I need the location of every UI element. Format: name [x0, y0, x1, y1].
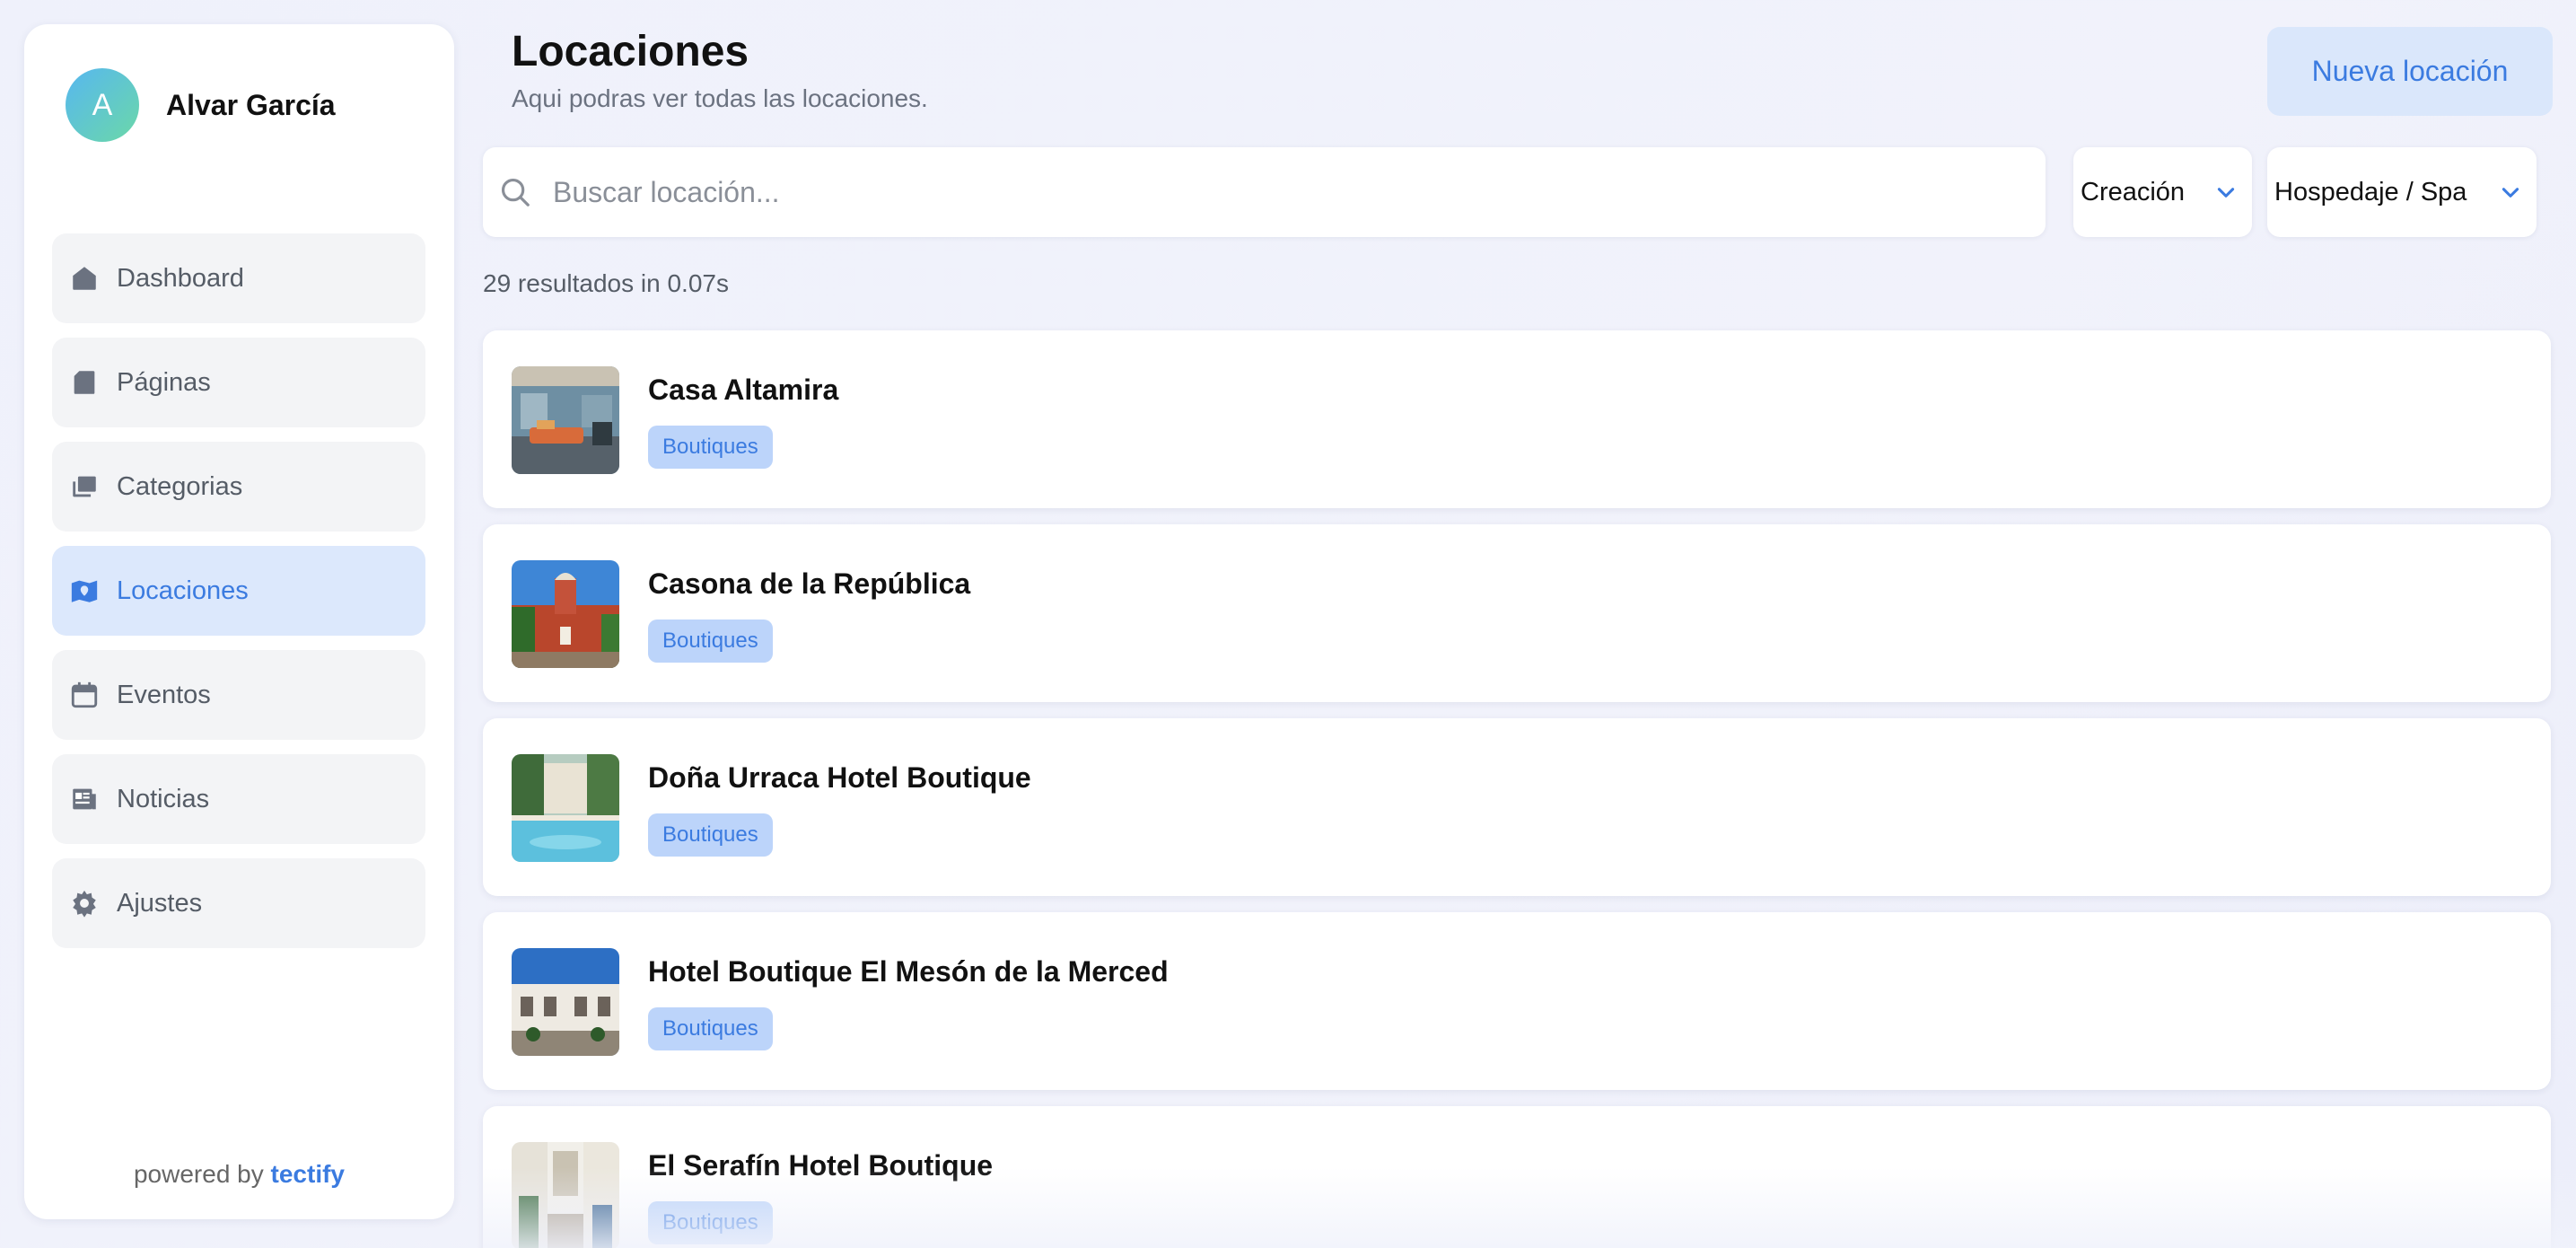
category-badge: Boutiques	[648, 813, 773, 857]
new-location-button[interactable]: Nueva locación	[2267, 27, 2553, 116]
location-thumbnail	[512, 1142, 619, 1248]
folders-icon	[68, 470, 101, 503]
category-badge: Boutiques	[648, 1201, 773, 1244]
powered-by: powered by tectify	[24, 1160, 454, 1189]
sidebar-item-paginas[interactable]: Páginas	[52, 338, 425, 427]
category-select[interactable]: Hospedaje / Spa	[2267, 147, 2537, 237]
sidebar-item-ajustes[interactable]: Ajustes	[52, 858, 425, 948]
gear-icon	[68, 887, 101, 919]
sidebar-item-label: Locaciones	[117, 576, 249, 605]
chevron-down-icon	[2212, 179, 2239, 206]
user-name: Alvar García	[166, 88, 336, 121]
sidebar-item-label: Ajustes	[117, 888, 203, 918]
results-count: 29 resultados in 0.07s	[483, 269, 729, 297]
search-bar	[483, 147, 2046, 237]
page-icon	[68, 366, 101, 399]
sidebar-item-label: Dashboard	[117, 263, 244, 293]
sidebar-nav: Dashboard Páginas Categorias Locaciones …	[52, 233, 425, 962]
chevron-down-icon	[2497, 179, 2524, 206]
location-thumbnail	[512, 754, 619, 862]
location-thumbnail	[512, 948, 619, 1056]
location-name: Casona de la República	[648, 567, 971, 600]
sidebar-item-eventos[interactable]: Eventos	[52, 650, 425, 740]
sidebar: A Alvar García Dashboard Páginas Categor…	[24, 24, 454, 1219]
sidebar-item-locaciones[interactable]: Locaciones	[52, 546, 425, 636]
sidebar-item-label: Páginas	[117, 367, 211, 397]
newspaper-icon	[68, 783, 101, 815]
category-badge: Boutiques	[648, 426, 773, 469]
user-profile[interactable]: A Alvar García	[66, 68, 336, 142]
list-item[interactable]: Casona de la República Boutiques	[483, 524, 2551, 702]
sidebar-item-noticias[interactable]: Noticias	[52, 754, 425, 844]
sidebar-item-label: Noticias	[117, 784, 210, 813]
location-name: Doña Urraca Hotel Boutique	[648, 761, 1031, 794]
list-item[interactable]: El Serafín Hotel Boutique Boutiques	[483, 1106, 2551, 1248]
page-title: Locaciones	[512, 28, 749, 75]
sidebar-item-categorias[interactable]: Categorias	[52, 442, 425, 532]
list-item[interactable]: Casa Altamira Boutiques	[483, 330, 2551, 508]
location-name: El Serafín Hotel Boutique	[648, 1149, 994, 1182]
list-item[interactable]: Doña Urraca Hotel Boutique Boutiques	[483, 718, 2551, 896]
location-thumbnail	[512, 560, 619, 668]
location-thumbnail	[512, 366, 619, 474]
search-input[interactable]	[553, 175, 1989, 209]
brand-link[interactable]: tectify	[271, 1160, 345, 1188]
avatar: A	[66, 68, 139, 142]
sort-select[interactable]: Creación	[2073, 147, 2252, 237]
location-name: Hotel Boutique El Mesón de la Merced	[648, 955, 1169, 988]
search-icon	[497, 174, 533, 210]
sidebar-item-dashboard[interactable]: Dashboard	[52, 233, 425, 323]
location-list: Casa Altamira Boutiques Casona de la Rep…	[483, 330, 2551, 1248]
sidebar-item-label: Eventos	[117, 680, 211, 709]
calendar-icon	[68, 679, 101, 711]
home-icon	[68, 262, 101, 294]
category-badge: Boutiques	[648, 1007, 773, 1050]
sidebar-item-label: Categorias	[117, 471, 243, 501]
map-pin-icon	[68, 575, 101, 607]
category-select-value: Hospedaje / Spa	[2274, 177, 2467, 207]
list-item[interactable]: Hotel Boutique El Mesón de la Merced Bou…	[483, 912, 2551, 1090]
sort-select-value: Creación	[2081, 177, 2186, 207]
location-name: Casa Altamira	[648, 374, 839, 406]
powered-prefix: powered by	[133, 1160, 264, 1188]
page-subtitle: Aqui podras ver todas las locaciones.	[512, 84, 928, 112]
category-badge: Boutiques	[648, 620, 773, 663]
